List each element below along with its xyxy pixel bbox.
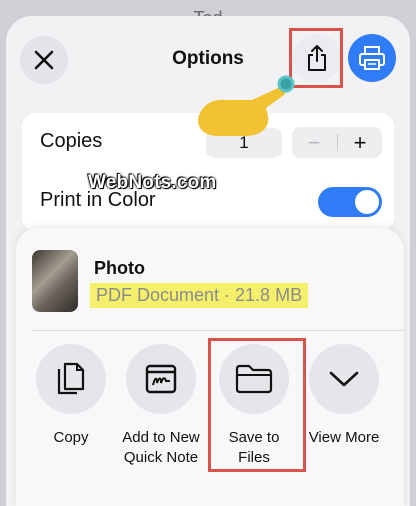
copy-action-label: Copy: [53, 429, 89, 446]
quick-note-action-label: Add to New Quick Note: [122, 429, 200, 466]
copy-icon: [57, 362, 85, 395]
quick-note-action[interactable]: Add to New Quick Note: [120, 344, 202, 468]
quick-note-icon: [145, 364, 177, 394]
save-to-files-highlight: [208, 338, 306, 472]
copy-action-circle: [36, 344, 106, 414]
print-in-color-toggle[interactable]: [318, 187, 382, 217]
copy-action[interactable]: Copy: [30, 344, 112, 448]
photo-thumbnail: [32, 250, 78, 312]
document-meta: PDF Document · 21.8 MB: [90, 283, 309, 308]
print-button[interactable]: [348, 34, 396, 82]
document-name: Photo: [94, 258, 145, 278]
pointing-hand-icon: [198, 75, 295, 136]
view-more-action[interactable]: View More: [303, 344, 385, 448]
printer-icon: [359, 46, 385, 70]
share-sheet: Photo PDF Document · 21.8 MB Copy Add to…: [16, 228, 404, 506]
increment-button[interactable]: +: [338, 127, 382, 158]
toggle-knob: [355, 190, 379, 214]
watermark: WebNots.com: [88, 172, 217, 193]
copies-stepper: − +: [292, 127, 382, 158]
copies-label: Copies: [40, 130, 103, 152]
view-more-action-label: View More: [308, 429, 380, 446]
divider: [32, 330, 404, 331]
quick-note-action-circle: [126, 344, 196, 414]
chevron-down-icon: [329, 371, 359, 387]
view-more-action-circle: [309, 344, 379, 414]
